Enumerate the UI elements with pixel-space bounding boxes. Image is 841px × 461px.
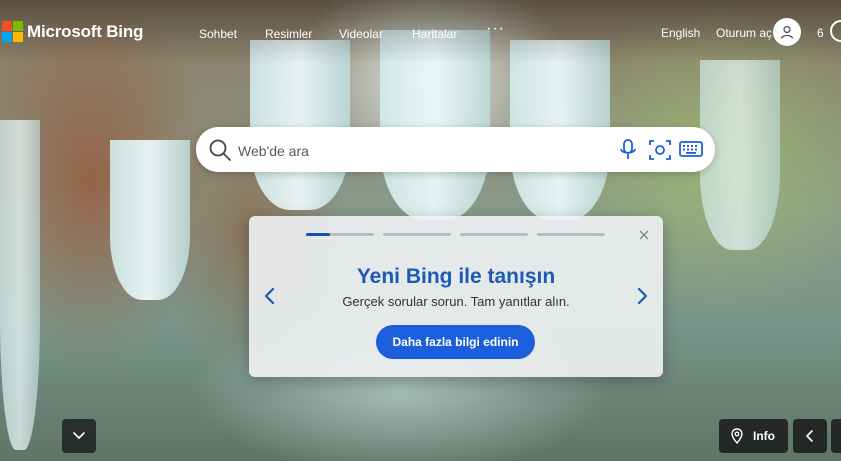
- bing-logo[interactable]: Microsoft Bing: [2, 21, 143, 42]
- microsoft-logo-icon: [2, 21, 23, 42]
- avatar[interactable]: [773, 18, 801, 46]
- slide-indicator-1-fill: [306, 233, 330, 236]
- learn-more-button[interactable]: Daha fazla bilgi edinin: [376, 325, 535, 359]
- microphone-icon[interactable]: [618, 138, 638, 162]
- slide-indicator-4[interactable]: [537, 233, 605, 236]
- rewards-count[interactable]: 6: [817, 26, 824, 40]
- slide-indicator-3[interactable]: [460, 233, 528, 236]
- language-link[interactable]: English: [661, 26, 700, 40]
- top-bar: Microsoft Bing Sohbet Resimler Videolar …: [0, 0, 841, 64]
- nav-item-images[interactable]: Resimler: [265, 27, 312, 41]
- search-input[interactable]: [236, 139, 610, 163]
- chevron-left-icon: [806, 430, 813, 442]
- logo-text: Microsoft Bing: [27, 21, 144, 41]
- sign-in-link[interactable]: Oturum aç: [716, 26, 772, 40]
- next-image-button[interactable]: [831, 419, 841, 453]
- more-menu-button[interactable]: ···: [486, 20, 505, 38]
- keyboard-icon[interactable]: [679, 139, 703, 159]
- scroll-down-button[interactable]: [62, 419, 96, 453]
- nav-item-chat[interactable]: Sohbet: [199, 27, 237, 41]
- visual-search-icon[interactable]: [648, 138, 672, 162]
- nav-item-maps[interactable]: Haritalar: [412, 27, 457, 41]
- slide-indicator-2[interactable]: [383, 233, 451, 236]
- chevron-down-icon: [73, 432, 85, 439]
- previous-image-button[interactable]: [793, 419, 827, 453]
- location-pin-icon: [731, 428, 743, 444]
- promo-title: Yeni Bing ile tanışın: [356, 265, 556, 288]
- info-label: Info: [753, 429, 775, 443]
- rewards-icon[interactable]: [830, 20, 841, 42]
- search-box[interactable]: [196, 127, 715, 172]
- promo-subtitle: Gerçek sorular sorun. Tam yanıtlar alın.: [342, 294, 570, 309]
- info-button[interactable]: Info: [719, 419, 788, 453]
- close-icon[interactable]: [637, 228, 651, 242]
- slide-indicator-1[interactable]: [306, 233, 374, 236]
- search-icon[interactable]: [208, 138, 232, 162]
- promo-card: Yeni Bing ile tanışın Gerçek sorular sor…: [249, 216, 663, 377]
- nav-item-videos[interactable]: Videolar: [339, 27, 383, 41]
- user-icon: [780, 25, 794, 39]
